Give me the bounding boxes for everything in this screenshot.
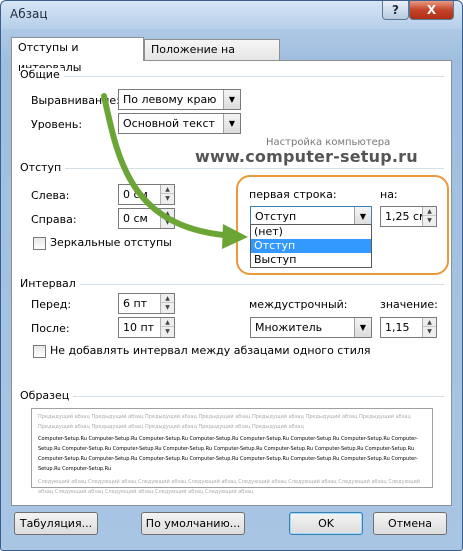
spin-down-icon[interactable]: ▼ <box>161 303 174 312</box>
general-group-label: Общие <box>20 68 64 81</box>
sample-preview: Предыдущий абзац Предыдущий абзац Предыд… <box>31 408 433 495</box>
space-before-spinner[interactable]: 6 пт ▲ ▼ <box>118 293 175 314</box>
spin-buttons[interactable]: ▲ ▼ <box>160 185 174 204</box>
option-indent[interactable]: Отступ <box>251 239 371 253</box>
spin-up-icon[interactable]: ▲ <box>161 318 174 327</box>
spacing-group-label: Интервал <box>20 277 80 290</box>
level-label: Уровень: <box>31 118 83 131</box>
spin-down-icon[interactable]: ▼ <box>161 194 174 203</box>
spin-up-icon[interactable]: ▲ <box>423 318 436 327</box>
right-indent-label: Справа: <box>31 213 77 226</box>
window-title: Абзац <box>10 7 48 21</box>
tab-indents-spacing[interactable]: Отступы и интервалы <box>11 37 144 74</box>
line-spacing-value: Множитель <box>255 321 323 334</box>
sample-next-paragraph: Следующий абзац Следующий абзац Следующи… <box>38 479 420 495</box>
indent-divider <box>20 168 444 169</box>
mirror-indents-label: Зеркальные отступы <box>50 236 172 249</box>
spacing-value-spinner[interactable]: 1,15 ▲ ▼ <box>380 317 437 338</box>
no-space-same-style-label: Не добавлять интервал между абзацами одн… <box>50 344 371 357</box>
ok-button[interactable]: OK <box>289 512 363 535</box>
alignment-value: По левому краю <box>123 93 217 106</box>
spacing-divider <box>20 284 444 285</box>
space-after-spinner[interactable]: 10 пт ▲ ▼ <box>118 317 175 338</box>
spacing-value-value: 1,15 <box>385 321 410 334</box>
right-indent-value: 0 см <box>123 212 148 225</box>
spin-buttons[interactable]: ▲ ▼ <box>160 318 174 337</box>
mirror-indents-checkbox[interactable] <box>33 237 46 250</box>
spin-down-icon[interactable]: ▼ <box>423 327 436 336</box>
close-button[interactable]: X <box>409 1 454 20</box>
title-bar[interactable]: Абзац ? X <box>1 1 462 29</box>
space-before-label: Перед: <box>31 298 72 311</box>
left-indent-spinner[interactable]: 0 см ▲ ▼ <box>118 184 175 205</box>
chevron-down-icon[interactable]: ▼ <box>354 318 371 337</box>
spacing-value-label: значение: <box>380 298 438 311</box>
line-spacing-select[interactable]: Множитель ▼ <box>250 317 372 338</box>
spin-down-icon[interactable]: ▼ <box>161 218 174 227</box>
sample-current-paragraph: Computer-Setup.Ru Computer-Setup.Ru Comp… <box>38 436 418 472</box>
option-none[interactable]: (нет) <box>251 225 371 239</box>
spin-up-icon[interactable]: ▲ <box>161 185 174 194</box>
chevron-down-icon[interactable]: ▼ <box>223 90 240 109</box>
right-indent-spinner[interactable]: 0 см ▲ ▼ <box>118 208 175 229</box>
line-spacing-label: междустрочный: <box>249 298 348 311</box>
space-after-value: 10 пт <box>123 321 155 334</box>
spin-buttons[interactable]: ▲ ▼ <box>422 318 436 337</box>
tab-page-position[interactable]: Положение на странице <box>144 39 280 76</box>
help-button[interactable]: ? <box>382 1 409 20</box>
sample-previous-paragraph: Предыдущий абзац Предыдущий абзац Предыд… <box>38 414 411 430</box>
chevron-down-icon[interactable]: ▼ <box>223 114 240 133</box>
spin-down-icon[interactable]: ▼ <box>161 327 174 336</box>
space-after-label: После: <box>31 322 70 335</box>
cancel-button[interactable]: Отмена <box>373 512 447 535</box>
spin-up-icon[interactable]: ▲ <box>161 294 174 303</box>
first-line-options: (нет) Отступ Выступ <box>250 224 372 268</box>
option-hanging[interactable]: Выступ <box>251 253 371 267</box>
spin-buttons[interactable]: ▲ ▼ <box>160 209 174 228</box>
no-space-same-style-checkbox[interactable] <box>33 345 46 358</box>
indent-group-label: Отступ <box>20 161 66 174</box>
left-indent-label: Слева: <box>31 189 70 202</box>
watermark-url: www.computer-setup.ru <box>195 147 418 166</box>
level-value: Основной текст <box>123 117 215 130</box>
alignment-label: Выравнивание: <box>31 94 120 107</box>
sample-divider <box>20 396 444 397</box>
level-select[interactable]: Основной текст ▼ <box>118 113 241 134</box>
set-default-button[interactable]: По умолчанию... <box>141 512 245 535</box>
spin-buttons[interactable]: ▲ ▼ <box>160 294 174 313</box>
spin-up-icon[interactable]: ▲ <box>161 209 174 218</box>
space-before-value: 6 пт <box>123 297 148 310</box>
left-indent-value: 0 см <box>123 188 148 201</box>
tabs-button[interactable]: Табуляция... <box>14 512 98 535</box>
sample-group-label: Образец <box>20 389 74 402</box>
general-divider <box>20 76 444 77</box>
alignment-select[interactable]: По левому краю ▼ <box>118 89 241 110</box>
